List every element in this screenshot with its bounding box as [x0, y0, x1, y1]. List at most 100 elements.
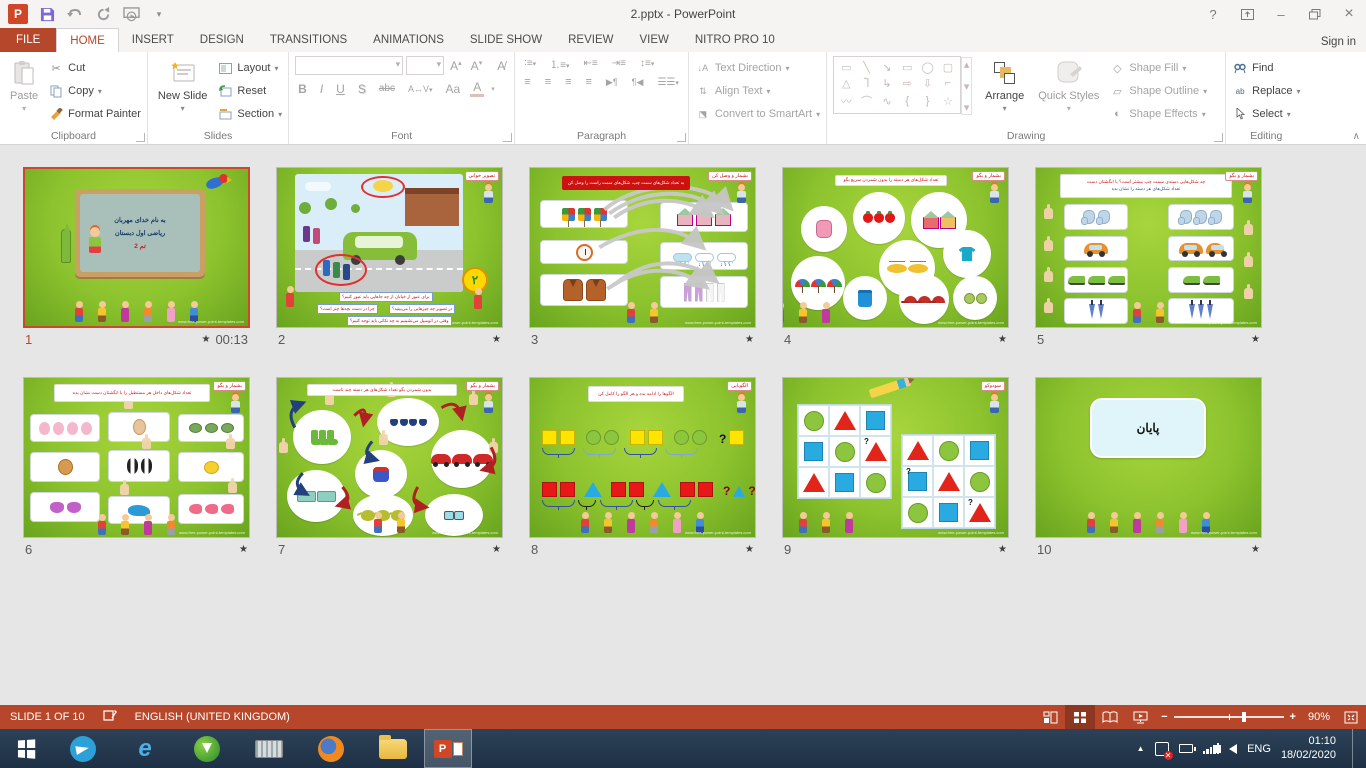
show-hidden-icons-button[interactable]: ▲	[1137, 744, 1145, 753]
slide-counter[interactable]: SLIDE 1 OF 10	[10, 711, 85, 723]
decrease-font-size-button[interactable]: A▾	[468, 59, 486, 73]
copy-button[interactable]: Copy▾	[48, 81, 141, 101]
section-button[interactable]: Section▾	[217, 104, 282, 124]
internet-explorer-icon[interactable]: e	[114, 729, 176, 768]
new-slide-dropdown-arrow[interactable]: ▾	[181, 104, 185, 113]
slide-thumbnail-8[interactable]: الگویابی الگوها را ادامه بده و هر الگو ر…	[529, 377, 756, 560]
text-box-shape-icon[interactable]: ▭	[841, 61, 851, 74]
redo-icon[interactable]	[94, 5, 112, 23]
slide-sorter-area[interactable]: به نام خدای مهربان ریاضی اول دبستان تم 2…	[0, 145, 1366, 705]
convert-to-smartart-button[interactable]: ⬔Convert to SmartArt▾	[695, 104, 820, 124]
align-text-button[interactable]: ⇅Align Text▾	[695, 81, 820, 101]
action-center-icon[interactable]	[1155, 742, 1169, 756]
clipboard-dialog-launcher[interactable]	[136, 133, 145, 142]
firefox-icon[interactable]	[300, 729, 362, 768]
numbering-button[interactable]: ⒈≡▾	[547, 56, 572, 71]
left-brace-shape-icon[interactable]: {	[905, 95, 909, 107]
slide-show-view-button[interactable]	[1125, 705, 1155, 729]
slide-thumbnail-4[interactable]: بشمار و بگو تعداد شکل‌های هر دسته را بدو…	[782, 167, 1009, 350]
font-name-combobox[interactable]	[295, 56, 403, 75]
fit-to-window-button[interactable]	[1336, 705, 1366, 729]
input-language-indicator[interactable]: ENG	[1247, 743, 1271, 755]
character-spacing-button[interactable]: A↔V▾	[405, 84, 436, 94]
volume-icon[interactable]	[1229, 744, 1237, 754]
ribbon-display-options-button[interactable]	[1230, 0, 1264, 28]
tab-view[interactable]: VIEW	[626, 28, 681, 52]
columns-button[interactable]: ☰☰▾	[654, 77, 681, 88]
slide-thumbnail-1[interactable]: به نام خدای مهربان ریاضی اول دبستان تم 2…	[23, 167, 250, 350]
decrease-indent-button[interactable]: ⇤≡	[581, 58, 601, 69]
bold-button[interactable]: B	[295, 82, 310, 96]
text-direction-button[interactable]: ↓AText Direction▾	[695, 58, 820, 78]
change-case-button[interactable]: Aa	[443, 82, 464, 96]
slide-thumbnail-2[interactable]: تصویر خوانی ۲ برای عبور از خیابان از چه …	[276, 167, 503, 350]
slide-thumbnail-3[interactable]: بشمار و وصل کن به تعداد شکل‌های سمت چپ، …	[529, 167, 756, 350]
drawing-dialog-launcher[interactable]	[1214, 133, 1223, 142]
bullets-button[interactable]: ∶≡▾	[521, 58, 539, 69]
zoom-out-button[interactable]: −	[1161, 711, 1167, 723]
font-color-button[interactable]: A	[470, 80, 484, 97]
select-button[interactable]: Select▾	[1232, 104, 1300, 124]
idm-icon[interactable]	[176, 729, 238, 768]
undo-icon[interactable]	[66, 5, 84, 23]
down-arrow-shape-icon[interactable]: ⇩	[923, 77, 932, 90]
line-shape-icon[interactable]: ╲	[863, 61, 870, 74]
ltr-direction-button[interactable]: ▶¶	[603, 77, 621, 88]
slide-thumbnail-6[interactable]: بشمار و بگو تعداد شکل‌های داخل هر مستطیل…	[23, 377, 250, 560]
zoom-slider-thumb[interactable]	[1242, 712, 1246, 722]
shapes-gallery-scrollbar[interactable]: ▴▾▾	[961, 57, 972, 115]
arrange-button[interactable]: Arrange ▾	[981, 56, 1028, 128]
close-button[interactable]: ×	[1332, 0, 1366, 28]
triangle-shape-icon[interactable]: △	[842, 77, 850, 90]
right-brace-shape-icon[interactable]: }	[926, 95, 930, 107]
align-center-button[interactable]: ≡	[542, 76, 554, 88]
text-shadow-button[interactable]: S	[355, 82, 369, 96]
italic-button[interactable]: I	[317, 82, 326, 96]
quick-styles-button[interactable]: Quick Styles ▾	[1034, 56, 1103, 128]
slide-thumbnail-9[interactable]: سودوکو ? ?	[782, 377, 1009, 560]
slide-sorter-view-button[interactable]	[1065, 705, 1095, 729]
zoom-percentage[interactable]: 90%	[1302, 711, 1336, 723]
arrow-shape-icon[interactable]: ↘	[882, 61, 891, 74]
start-button[interactable]	[0, 729, 52, 768]
minimize-button[interactable]: –	[1264, 0, 1298, 28]
tab-review[interactable]: REVIEW	[555, 28, 626, 52]
file-explorer-icon[interactable]	[362, 729, 424, 768]
font-size-combobox[interactable]	[406, 56, 444, 75]
line-spacing-button[interactable]: ↕≡▾	[637, 58, 657, 69]
oval-shape-icon[interactable]: ◯	[921, 61, 933, 74]
save-icon[interactable]	[38, 5, 56, 23]
start-from-beginning-icon[interactable]	[122, 5, 140, 23]
collapse-ribbon-button[interactable]: ∧	[1353, 131, 1360, 142]
underline-button[interactable]: U	[333, 82, 348, 96]
rtl-direction-button[interactable]: ¶◀	[629, 77, 647, 88]
rounded-rect-shape-icon[interactable]: ▢	[943, 61, 953, 74]
show-desktop-button[interactable]	[1352, 729, 1360, 768]
star-shape-icon[interactable]: ☆	[943, 95, 953, 108]
increase-font-size-button[interactable]: A▴	[447, 59, 465, 73]
telegram-icon[interactable]	[52, 729, 114, 768]
paste-button[interactable]: Paste ▾	[6, 56, 42, 128]
tab-design[interactable]: DESIGN	[187, 28, 257, 52]
tab-home[interactable]: HOME	[56, 28, 119, 52]
shape-outline-button[interactable]: ▱Shape Outline▾	[1109, 81, 1207, 101]
zoom-in-button[interactable]: +	[1290, 711, 1296, 723]
format-painter-button[interactable]: Format Painter	[48, 104, 141, 124]
language-indicator[interactable]: ENGLISH (UNITED KINGDOM)	[135, 711, 290, 723]
tab-slide-show[interactable]: SLIDE SHOW	[457, 28, 555, 52]
right-arrow-shape-icon[interactable]: ⇨	[903, 77, 912, 90]
shape-effects-button[interactable]: ◐Shape Effects▾	[1109, 104, 1207, 124]
slide-thumbnail-10[interactable]: پایان www.free-power-point-templates.com…	[1035, 377, 1262, 560]
shape-fill-button[interactable]: ◇Shape Fill▾	[1109, 58, 1207, 78]
find-button[interactable]: Find	[1232, 58, 1300, 78]
rectangle-shape-icon[interactable]: ▭	[902, 61, 912, 74]
powerpoint-taskbar-button[interactable]: P	[424, 729, 472, 768]
spell-check-icon[interactable]	[103, 709, 117, 725]
reading-view-button[interactable]	[1095, 705, 1125, 729]
slide-thumbnail-5[interactable]: بشمار و بگو چه شکل‌هایی دسته‌ی سمت چپ بی…	[1035, 167, 1262, 350]
shapes-gallery[interactable]: ▭╲↘▭◯▢ △Ⴈ↳⇨⇩⌐ 〰⌒∿{}☆ ▴▾▾	[833, 56, 961, 114]
elbow-shape-icon[interactable]: Ⴈ	[864, 77, 869, 90]
paste-dropdown-arrow[interactable]: ▾	[22, 104, 26, 113]
tab-nitro-pro[interactable]: NITRO PRO 10	[682, 28, 788, 52]
arc-shape-icon[interactable]: ⌒	[861, 93, 872, 109]
